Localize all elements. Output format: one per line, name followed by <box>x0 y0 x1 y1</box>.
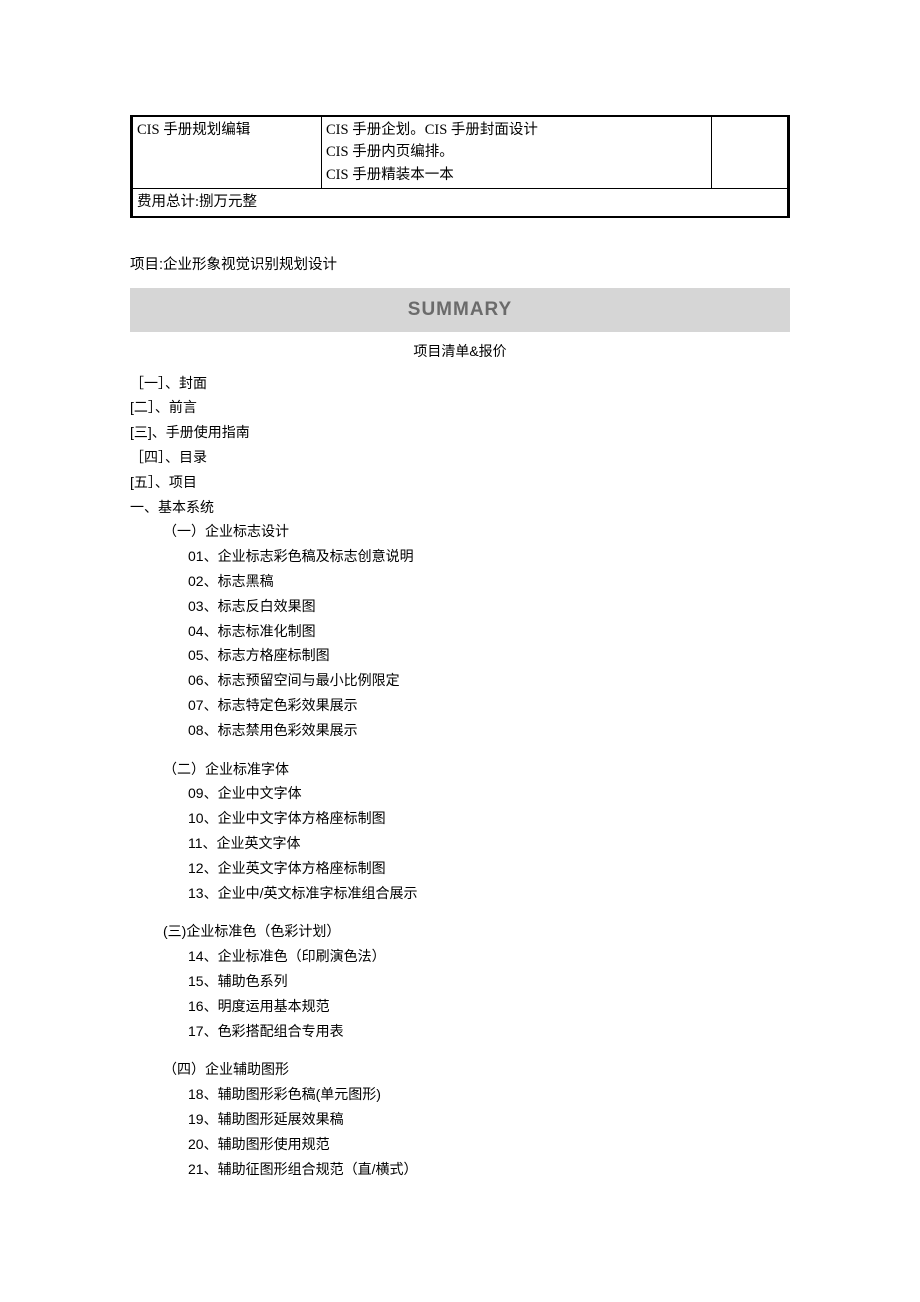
group: （二）企业标准字体 09、企业中文字体 10、企业中文字体方格座标制图 11、企… <box>130 758 790 906</box>
list-item: 14、企业标准色（印刷演色法） <box>130 945 790 969</box>
subtitle: 项目清单&报价 <box>130 340 790 364</box>
table-row: 费用总计:捌万元整 <box>132 189 789 217</box>
list-item: 17、色彩搭配组合专用表 <box>130 1020 790 1044</box>
cell-empty <box>712 116 789 189</box>
list-item: 11、企业英文字体 <box>130 832 790 856</box>
toc-list: ［一］、封面 [二］、前言 [三]、手册使用指南 ［四］、目录 [五］、项目 <box>130 372 790 495</box>
list-item: 09、企业中文字体 <box>130 782 790 806</box>
project-line: 项目:企业形象视觉识别规划设计 <box>130 253 790 278</box>
toc-item: [三]、手册使用指南 <box>130 421 790 445</box>
list-item: 02、标志黑稿 <box>130 570 790 594</box>
list-item: 08、标志禁用色彩效果展示 <box>130 719 790 743</box>
table-row: CIS 手册规划编辑 CIS 手册企划。CIS 手册封面设计 CIS 手册内页编… <box>132 116 789 189</box>
list-item: 16、明度运用基本规范 <box>130 995 790 1019</box>
list-item: 20、辅助图形使用规范 <box>130 1133 790 1157</box>
group: （四）企业辅助图形 18、辅助图形彩色稿(单元图形) 19、辅助图形延展效果稿 … <box>130 1058 790 1181</box>
list-item: 13、企业中/英文标准字标准组合展示 <box>130 882 790 906</box>
toc-item: [五］、项目 <box>130 471 790 495</box>
group: (三)企业标准色（色彩计划） 14、企业标准色（印刷演色法） 15、辅助色系列 … <box>130 920 790 1043</box>
list-item: 05、标志方格座标制图 <box>130 644 790 668</box>
list-item: 06、标志预留空间与最小比例限定 <box>130 669 790 693</box>
group-title: (三)企业标准色（色彩计划） <box>130 920 790 944</box>
main-section-title: 一、基本系统 <box>130 496 790 520</box>
cell-name: CIS 手册规划编辑 <box>132 116 322 189</box>
list-item: 03、标志反白效果图 <box>130 595 790 619</box>
list-item: 15、辅助色系列 <box>130 970 790 994</box>
group-title: （四）企业辅助图形 <box>130 1058 790 1082</box>
toc-item: [二］、前言 <box>130 396 790 420</box>
list-item: 07、标志特定色彩效果展示 <box>130 694 790 718</box>
group: （一）企业标志设计 01、企业标志彩色稿及标志创意说明 02、标志黑稿 03、标… <box>130 520 790 742</box>
list-item: 19、辅助图形延展效果稿 <box>130 1108 790 1132</box>
group-title: （一）企业标志设计 <box>130 520 790 544</box>
group-title: （二）企业标准字体 <box>130 758 790 782</box>
list-item: 10、企业中文字体方格座标制图 <box>130 807 790 831</box>
info-table: CIS 手册规划编辑 CIS 手册企划。CIS 手册封面设计 CIS 手册内页编… <box>130 115 790 218</box>
cell-desc: CIS 手册企划。CIS 手册封面设计 CIS 手册内页编排。 CIS 手册精装… <box>322 116 712 189</box>
list-item: 04、标志标准化制图 <box>130 620 790 644</box>
cell-total: 费用总计:捌万元整 <box>132 189 789 217</box>
toc-item: ［一］、封面 <box>130 372 790 396</box>
list-item: 01、企业标志彩色稿及标志创意说明 <box>130 545 790 569</box>
toc-item: ［四］、目录 <box>130 446 790 470</box>
summary-heading: SUMMARY <box>130 288 790 332</box>
list-item: 18、辅助图形彩色稿(单元图形) <box>130 1083 790 1107</box>
list-item: 12、企业英文字体方格座标制图 <box>130 857 790 881</box>
list-item: 21、辅助征图形组合规范（直/横式） <box>130 1158 790 1182</box>
